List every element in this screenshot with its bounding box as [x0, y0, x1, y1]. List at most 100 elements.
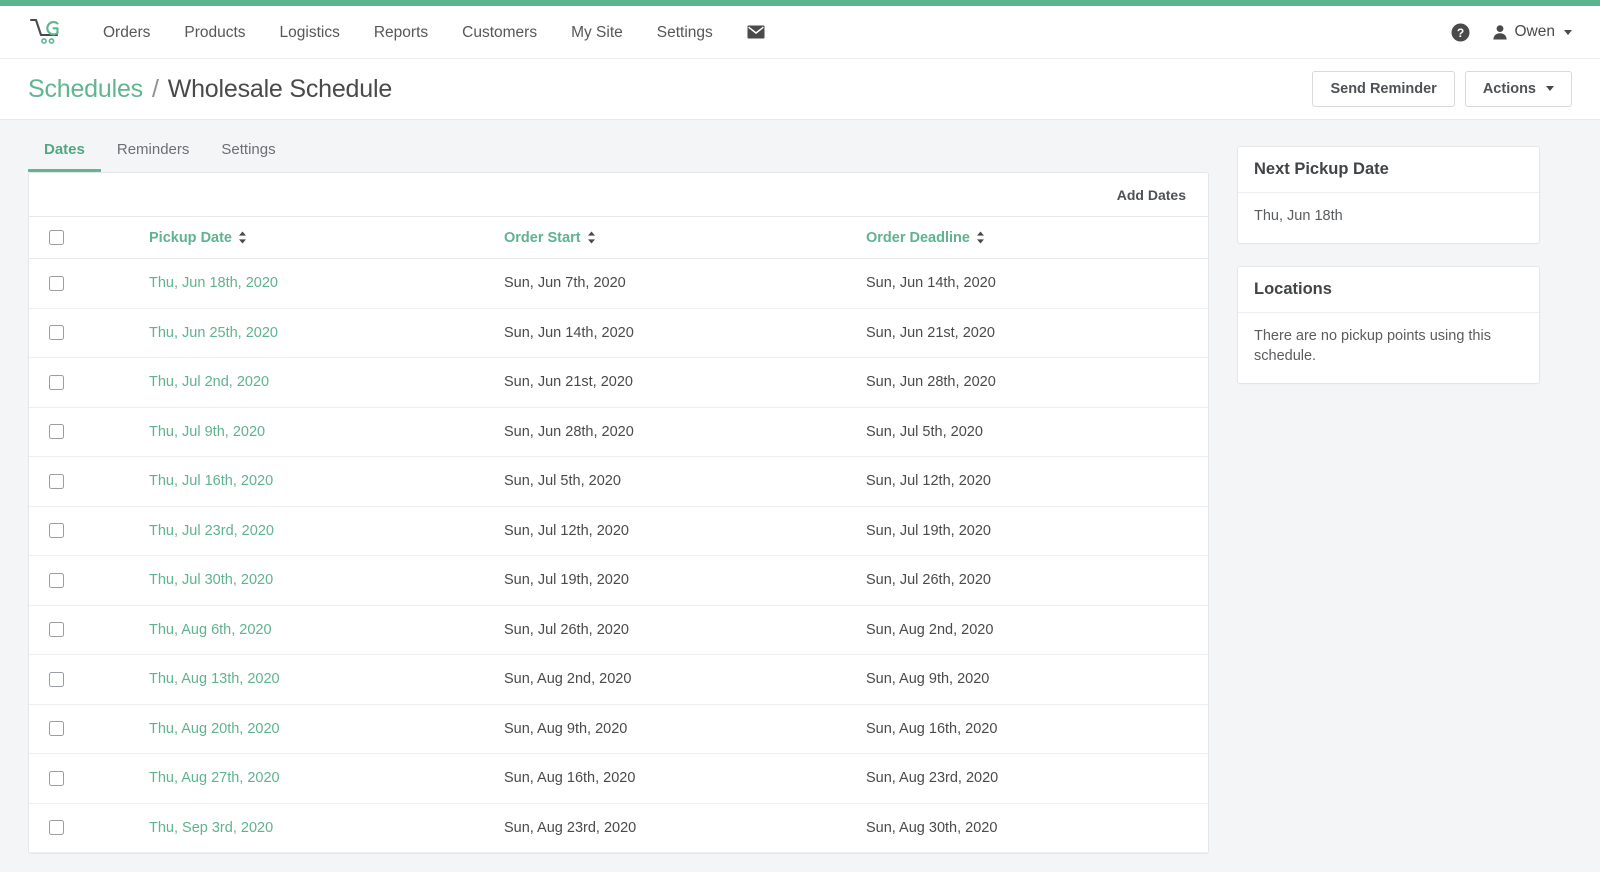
- cell-order-deadline: Sun, Jul 12th, 2020: [866, 473, 991, 490]
- send-reminder-button[interactable]: Send Reminder: [1312, 70, 1455, 108]
- main-navbar: Orders Products Logistics Reports Custom…: [0, 6, 1600, 59]
- table-row: Thu, Jun 18th, 2020 Sun, Jun 7th, 2020 Sun…: [29, 259, 1208, 309]
- pickup-date-link[interactable]: Thu, Aug 27th, 2020: [149, 770, 280, 786]
- cell-pickup-date: Thu, Jul 9th, 2020: [149, 407, 504, 457]
- row-checkbox-cell: [29, 803, 149, 853]
- row-checkbox[interactable]: [49, 671, 64, 687]
- locations-panel: Locations There are no pickup points usi…: [1237, 265, 1540, 384]
- table-row: Thu, Jul 2nd, 2020 Sun, Jun 21st, 2020 Sun…: [29, 358, 1208, 408]
- actions-dropdown-label: Actions: [1482, 80, 1536, 97]
- cell-order-deadline: Sun, Jul 5th, 2020: [866, 423, 983, 440]
- cell-order-start: Sun, Jun 28th, 2020: [504, 423, 634, 440]
- row-checkbox-cell: [29, 506, 149, 556]
- nav-link-customers[interactable]: Customers: [445, 6, 554, 59]
- shopping-cart-logo-icon[interactable]: [26, 15, 66, 49]
- pickup-date-link[interactable]: Thu, Jun 25th, 2020: [149, 325, 278, 341]
- next-pickup-date-title: Next Pickup Date: [1238, 147, 1539, 193]
- sort-pickup-date[interactable]: Pickup Date: [149, 230, 247, 246]
- nav-links: Orders Products Logistics Reports Custom…: [86, 6, 782, 59]
- envelope-icon[interactable]: [730, 25, 782, 39]
- row-checkbox-cell: [29, 407, 149, 457]
- nav-link-reports[interactable]: Reports: [357, 6, 445, 59]
- nav-link-logistics[interactable]: Logistics: [263, 6, 357, 59]
- breadcrumb: Schedules / Wholesale Schedule: [28, 75, 392, 104]
- row-checkbox[interactable]: [49, 572, 64, 588]
- cell-order-start: Sun, Aug 23rd, 2020: [504, 819, 637, 836]
- table-head: Pickup Date Order Start Order Deadline: [29, 216, 1208, 259]
- page-content: Dates Reminders Settings Add Dates Picku…: [0, 120, 1600, 854]
- row-checkbox-cell: [29, 259, 149, 309]
- tab-reminders[interactable]: Reminders: [101, 141, 206, 172]
- cell-order-start: Sun, Jun 21st, 2020: [504, 374, 633, 391]
- row-checkbox[interactable]: [49, 820, 64, 836]
- table-row: Thu, Sep 3rd, 2020 Sun, Aug 23rd, 2020 Sun…: [29, 803, 1208, 853]
- chevron-down-icon: [1564, 29, 1572, 35]
- cell-pickup-date: Thu, Aug 20th, 2020: [149, 704, 504, 754]
- table-row: Thu, Aug 13th, 2020 Sun, Aug 2nd, 2020 Sun…: [29, 655, 1208, 704]
- cell-pickup-date: Thu, Jun 25th, 2020: [149, 308, 504, 358]
- user-menu-label: Owen: [1514, 23, 1556, 40]
- row-checkbox[interactable]: [49, 622, 64, 638]
- table-header-row: Pickup Date Order Start Order Deadline: [29, 216, 1208, 259]
- schedule-dates-table: Pickup Date Order Start Order Deadline T…: [29, 216, 1208, 853]
- tab-settings[interactable]: Settings: [205, 141, 291, 172]
- pickup-date-link[interactable]: Thu, Aug 13th, 2020: [149, 671, 280, 687]
- row-checkbox[interactable]: [49, 374, 64, 390]
- cell-order-deadline: Sun, Jul 26th, 2020: [866, 572, 991, 589]
- locations-title: Locations: [1238, 267, 1539, 313]
- shopping-cart-logo-svg: [29, 18, 59, 44]
- cell-pickup-date: Thu, Jul 16th, 2020: [149, 457, 504, 507]
- nav-link-orders[interactable]: Orders: [86, 6, 167, 59]
- actions-dropdown-button[interactable]: Actions: [1464, 70, 1572, 108]
- header-pickup-date: Pickup Date: [149, 217, 504, 259]
- user-icon: [1492, 25, 1507, 40]
- sort-order-start[interactable]: Order Start: [504, 230, 596, 246]
- next-pickup-date-panel: Next Pickup Date Thu, Jun 18th: [1237, 146, 1540, 244]
- cell-order-deadline: Sun, Jun 14th, 2020: [866, 275, 996, 292]
- send-reminder-label: Send Reminder: [1330, 80, 1437, 97]
- envelope-glyph: [747, 25, 765, 39]
- cell-order-deadline: Sun, Jul 19th, 2020: [866, 522, 991, 539]
- row-checkbox-cell: [29, 358, 149, 408]
- pickup-date-link[interactable]: Thu, Jul 9th, 2020: [149, 424, 265, 440]
- pickup-date-link[interactable]: Thu, Jul 2nd, 2020: [149, 374, 269, 390]
- breadcrumb-parent-link[interactable]: Schedules: [28, 75, 143, 104]
- nav-link-settings[interactable]: Settings: [640, 6, 730, 59]
- cell-pickup-date: Thu, Aug 27th, 2020: [149, 754, 504, 804]
- select-all-checkbox[interactable]: [49, 229, 64, 245]
- row-checkbox[interactable]: [49, 523, 64, 539]
- nav-link-products[interactable]: Products: [167, 6, 262, 59]
- pickup-date-link[interactable]: Thu, Sep 3rd, 2020: [149, 820, 273, 836]
- sort-order-deadline[interactable]: Order Deadline: [866, 230, 985, 246]
- table-row: Thu, Jul 23rd, 2020 Sun, Jul 12th, 2020 Su…: [29, 506, 1208, 556]
- pickup-date-link[interactable]: Thu, Jul 16th, 2020: [149, 473, 273, 489]
- page-header: Schedules / Wholesale Schedule Send Remi…: [0, 59, 1600, 120]
- pickup-date-link[interactable]: Thu, Jul 23rd, 2020: [149, 523, 274, 539]
- header-order-deadline-label: Order Deadline: [866, 229, 970, 246]
- pickup-date-link[interactable]: Thu, Jul 30th, 2020: [149, 572, 273, 588]
- table-row: Thu, Jun 25th, 2020 Sun, Jun 14th, 2020 Su…: [29, 308, 1208, 358]
- add-dates-link[interactable]: Add Dates: [1117, 187, 1186, 203]
- row-checkbox[interactable]: [49, 424, 64, 440]
- row-checkbox[interactable]: [49, 721, 64, 737]
- navbar-right-group: ? Owen: [1451, 23, 1572, 42]
- help-circle-icon[interactable]: ?: [1451, 23, 1470, 42]
- row-checkbox[interactable]: [49, 275, 64, 291]
- row-checkbox[interactable]: [49, 770, 64, 786]
- cell-order-deadline: Sun, Aug 9th, 2020: [866, 671, 990, 688]
- pickup-date-link[interactable]: Thu, Aug 6th, 2020: [149, 622, 272, 638]
- locations-empty-message: There are no pickup points using this sc…: [1254, 327, 1491, 365]
- pickup-date-link[interactable]: Thu, Jun 18th, 2020: [149, 275, 278, 291]
- tab-dates[interactable]: Dates: [28, 141, 101, 172]
- row-checkbox-cell: [29, 605, 149, 655]
- row-checkbox[interactable]: [49, 473, 64, 489]
- pickup-date-link[interactable]: Thu, Aug 20th, 2020: [149, 721, 280, 737]
- header-pickup-date-label: Pickup Date: [149, 229, 232, 246]
- schedule-tabs: Dates Reminders Settings: [28, 120, 1209, 172]
- header-order-deadline: Order Deadline: [866, 217, 1208, 259]
- row-checkbox[interactable]: [49, 325, 64, 341]
- next-pickup-date-value: Thu, Jun 18th: [1254, 208, 1343, 224]
- user-menu[interactable]: Owen: [1492, 23, 1572, 41]
- nav-link-my-site[interactable]: My Site: [554, 6, 640, 59]
- cell-order-start: Sun, Aug 16th, 2020: [504, 770, 636, 787]
